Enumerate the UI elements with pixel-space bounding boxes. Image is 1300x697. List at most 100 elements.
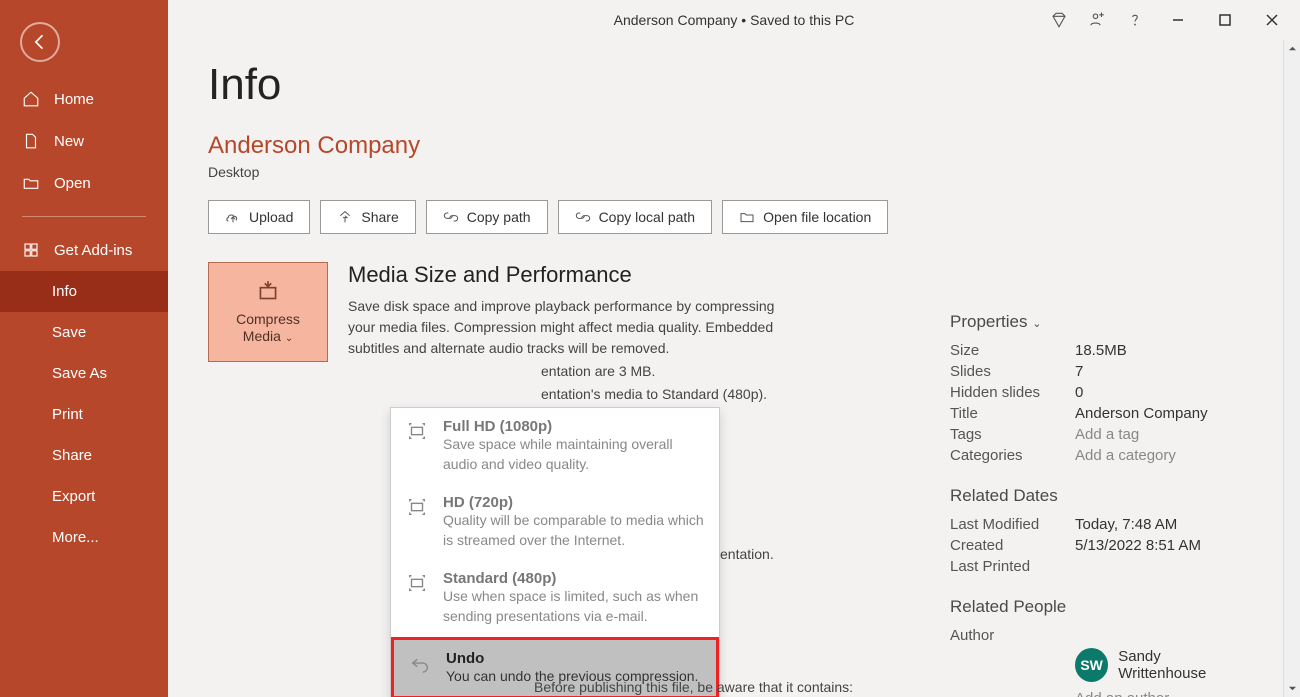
maximize-button[interactable] [1202,1,1247,39]
dropdown-item-standard[interactable]: Standard (480p) Use when space is limite… [391,560,719,636]
close-button[interactable] [1249,1,1294,39]
compress-label-1: Compress [236,311,300,327]
person-icon [1088,11,1106,29]
prop-label-author: Author [950,627,1075,644]
window-title: Anderson Company • Saved to this PC [614,12,855,28]
compress-media-icon [255,279,281,305]
sidebar-item-addins[interactable]: Get Add-ins [0,229,168,271]
prop-label-modified: Last Modified [950,516,1075,533]
prop-val-title[interactable]: Anderson Company [1075,405,1208,422]
resolution-icon [406,420,428,442]
share-button[interactable]: Share [320,200,415,234]
button-label: Open file location [763,209,871,225]
arrow-left-icon [30,32,50,52]
prop-val-slides: 7 [1075,363,1083,380]
add-author[interactable]: Add an author [1075,690,1169,697]
sidebar-item-print[interactable]: Print [0,394,168,435]
diamond-icon [1050,11,1068,29]
dropdown-desc: Quality will be comparable to media whic… [443,511,705,550]
prop-val-created: 5/13/2022 8:51 AM [1075,537,1201,554]
sidebar-label: Export [52,488,95,505]
sidebar-item-save[interactable]: Save [0,312,168,353]
prop-val-size: 18.5MB [1075,342,1127,359]
related-people-heading: Related People [950,597,1250,617]
addins-icon [22,241,40,259]
media-description: Save disk space and improve playback per… [348,296,788,359]
prop-label-tags: Tags [950,426,1075,443]
upload-icon [225,209,241,225]
dropdown-item-fullhd[interactable]: Full HD (1080p) Save space while maintai… [391,408,719,484]
sidebar-separator [22,216,146,217]
chevron-down-icon: ⌄ [1032,318,1041,330]
backstage-sidebar: Home New Open Get Add-ins Info Save Save… [0,0,168,697]
sidebar-label: Save [52,324,86,341]
copy-path-button[interactable]: Copy path [426,200,548,234]
sidebar-item-more[interactable]: More... [0,517,168,558]
sidebar-label: New [54,133,84,150]
prop-val-tags[interactable]: Add a tag [1075,426,1139,443]
properties-heading[interactable]: Properties ⌄ [950,312,1250,332]
publish-partial-text: Before publishing this file, be aware th… [534,679,853,695]
sidebar-item-home[interactable]: Home [0,78,168,120]
scroll-up-arrow[interactable] [1284,40,1300,57]
open-file-location-button[interactable]: Open file location [722,200,888,234]
account-button[interactable] [1079,2,1115,38]
minimize-icon [1171,13,1185,27]
sidebar-item-share[interactable]: Share [0,435,168,476]
sidebar-label: Get Add-ins [54,242,132,259]
dropdown-desc: Use when space is limited, such as when … [443,587,705,626]
folder-open-icon [22,174,40,192]
close-icon [1265,13,1279,27]
prop-label-created: Created [950,537,1075,554]
dropdown-title: Full HD (1080p) [443,418,705,435]
related-dates-heading: Related Dates [950,486,1250,506]
prop-label-hidden: Hidden slides [950,384,1075,401]
prop-val-categories[interactable]: Add a category [1075,447,1176,464]
dropdown-desc: Save space while maintaining overall aud… [443,435,705,474]
maximize-icon [1218,13,1232,27]
page-heading: Info [208,60,1260,110]
folder-icon [739,209,755,225]
sidebar-item-export[interactable]: Export [0,476,168,517]
button-label: Copy local path [599,209,696,225]
sidebar-item-open[interactable]: Open [0,162,168,204]
link-icon [443,209,459,225]
sidebar-item-new[interactable]: New [0,120,168,162]
sidebar-label: More... [52,529,99,546]
media-bullet-partial: entation are 3 MB. [348,361,788,382]
copy-local-path-button[interactable]: Copy local path [558,200,713,234]
dropdown-item-hd[interactable]: HD (720p) Quality will be comparable to … [391,484,719,560]
compress-media-button[interactable]: Compress Media ⌄ [208,262,328,362]
back-button[interactable] [20,22,60,62]
sidebar-label: Print [52,406,83,423]
compress-media-dropdown: Full HD (1080p) Save space while maintai… [390,407,720,697]
prop-label-printed: Last Printed [950,558,1075,575]
sidebar-label: Info [52,283,77,300]
media-bullet-partial: entation's media to Standard (480p). [348,384,788,405]
share-icon [337,209,353,225]
undo-icon [409,652,431,674]
prop-label-title: Title [950,405,1075,422]
dropdown-title: Standard (480p) [443,570,705,587]
question-icon [1126,11,1144,29]
help-button[interactable] [1117,2,1153,38]
button-label: Copy path [467,209,531,225]
prop-val-hidden: 0 [1075,384,1083,401]
new-file-icon [22,132,40,150]
scroll-down-arrow[interactable] [1284,680,1300,697]
upload-button[interactable]: Upload [208,200,310,234]
document-path: Desktop [208,164,1260,180]
minimize-button[interactable] [1155,1,1200,39]
sidebar-label: Home [54,91,94,108]
sidebar-item-saveas[interactable]: Save As [0,353,168,394]
sidebar-item-info[interactable]: Info [0,271,168,312]
compress-label-2: Media [243,328,281,344]
prop-label-categories: Categories [950,447,1075,464]
vertical-scrollbar[interactable] [1283,40,1300,697]
prop-label-slides: Slides [950,363,1075,380]
premium-button[interactable] [1041,2,1077,38]
author-avatar[interactable]: SW [1075,648,1108,682]
sidebar-label: Open [54,175,91,192]
dropdown-title: HD (720p) [443,494,705,511]
author-name[interactable]: Sandy Writtenhouse [1118,648,1250,682]
